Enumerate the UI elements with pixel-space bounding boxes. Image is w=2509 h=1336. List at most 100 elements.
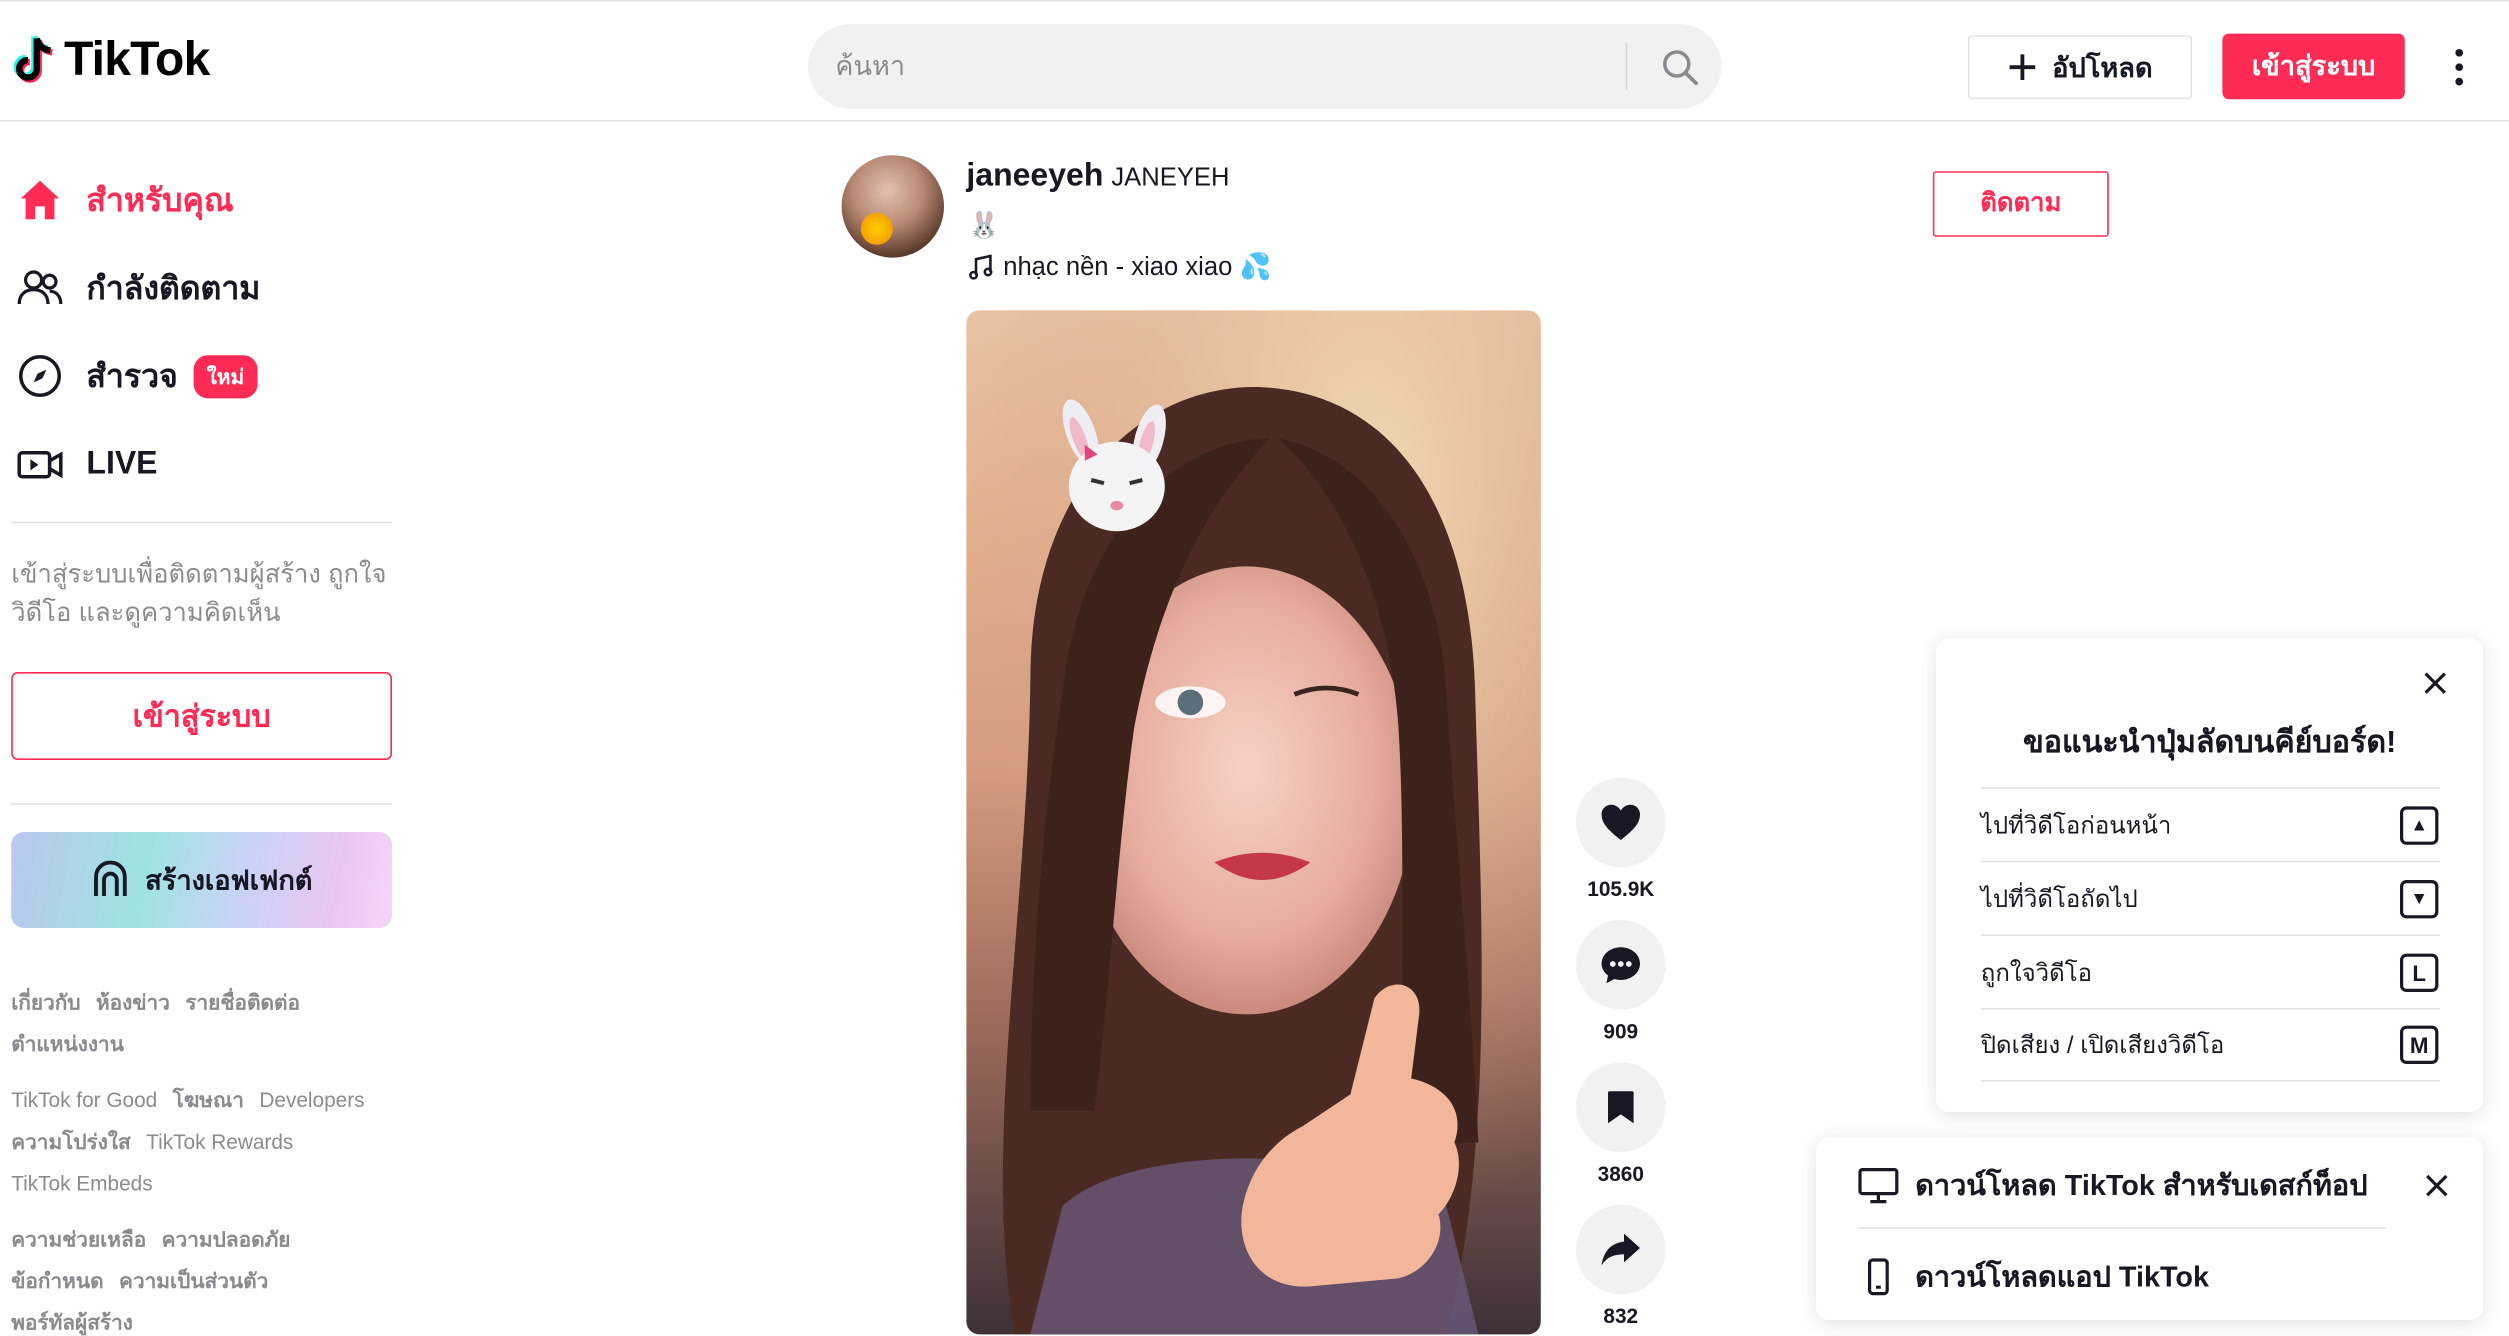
footer-link[interactable]: TikTok for Good [11, 1088, 157, 1112]
more-menu-button[interactable] [2438, 43, 2480, 91]
shortcut-row: ไปที่วิดีโอก่อนหน้า ▲ [1980, 787, 2440, 861]
footer-link[interactable]: โฆษณา [173, 1088, 244, 1112]
sidebar-item-explore[interactable]: สำรวจ ใหม่ [16, 344, 258, 408]
sidebar-item-for-you[interactable]: สำหรับคุณ [16, 168, 234, 232]
bookmark-icon [1608, 1091, 1634, 1124]
footer-link[interactable]: ความปลอดภัย [162, 1227, 291, 1251]
sidebar-item-live[interactable]: LIVE [16, 432, 158, 496]
comment-button[interactable] [1576, 920, 1666, 1010]
shortcut-row: ไปที่วิดีโอถัดไป ▼ [1980, 860, 2440, 935]
tiktok-note-icon [13, 35, 53, 83]
sidebar-login-button[interactable]: เข้าสู่ระบบ [11, 672, 392, 760]
key-down-icon: ▼ [2400, 879, 2439, 918]
sidebar-item-following[interactable]: กำลังติดตาม [16, 256, 260, 320]
footer-link[interactable]: พอร์ทัลผู้สร้าง [11, 1310, 133, 1334]
upload-button[interactable]: อัปโหลด [1968, 35, 2192, 100]
like-count: 105.9K [1587, 876, 1655, 901]
search-input[interactable] [808, 34, 1624, 99]
download-divider [1857, 1227, 2386, 1229]
footer-links-group-3: ความช่วยเหลือ ความปลอดภัย ข้อกำหนด ความเ… [11, 1219, 403, 1336]
author-avatar[interactable] [841, 155, 944, 258]
follow-button[interactable]: ติดตาม [1932, 171, 2109, 237]
heart-icon [1601, 804, 1640, 840]
login-hint-text: เข้าสู่ระบบเพื่อติดตามผู้สร้าง ถูกใจวิดี… [11, 561, 387, 628]
top-bar: TikTok อัปโหลด เข้าสู่ระบบ [0, 0, 2509, 122]
music-link[interactable]: nhạc nền - xiao xiao 💦 [968, 251, 1271, 283]
video-player[interactable] [966, 310, 1541, 1335]
download-app-label: ดาวน์โหลดแอป TikTok [1915, 1260, 2210, 1293]
author-info[interactable]: janeeyeh JANEYEH [966, 158, 1229, 195]
sidebar-item-label: สำหรับคุณ [86, 184, 234, 220]
live-camera-icon [16, 440, 64, 488]
author-nickname: JANEYEH [1111, 164, 1230, 192]
author-username: janeeyeh [966, 158, 1104, 194]
key-up-icon: ▲ [2400, 805, 2439, 844]
close-icon [2424, 672, 2446, 694]
keyboard-shortcuts-panel: ขอแนะนำปุ่มลัดบนคีย์บอร์ด! ไปที่วิดีโอก่… [1936, 638, 2484, 1112]
shortcut-row: ถูกใจวิดีโอ L [1980, 934, 2440, 1008]
following-users-icon [16, 264, 64, 312]
create-effect-button[interactable]: สร้างเอฟเฟกต์ [11, 832, 392, 928]
shortcut-label: ถูกใจวิดีโอ [1980, 959, 2093, 987]
home-icon [16, 176, 64, 224]
key-m-icon: M [2400, 1025, 2439, 1064]
music-title: nhạc nền - xiao xiao 💦 [1003, 254, 1272, 282]
footer-links-group-2: TikTok for Good โฆษณา Developers ความโปร… [11, 1080, 403, 1205]
like-action[interactable]: 105.9K [1576, 777, 1666, 901]
footer-link[interactable]: รายชื่อติดต่อ [185, 990, 300, 1014]
share-button[interactable] [1576, 1204, 1666, 1295]
video-frame [966, 310, 1541, 1335]
close-shortcuts-button[interactable] [2416, 664, 2454, 702]
bookmark-button[interactable] [1576, 1062, 1666, 1152]
more-vertical-icon [2455, 48, 2464, 86]
effect-house-icon [93, 860, 127, 896]
footer-link[interactable]: ข้อกำหนด [11, 1269, 103, 1293]
download-desktop-link[interactable]: ดาวน์โหลด TikTok สำหรับเดสก์ท็อป [1858, 1162, 2368, 1208]
download-app-link[interactable]: ดาวน์โหลดแอป TikTok [1858, 1253, 2209, 1299]
desktop-icon [1858, 1167, 1899, 1203]
footer-link[interactable]: TikTok Rewards [146, 1130, 293, 1154]
bookmark-action[interactable]: 3860 [1576, 1062, 1666, 1186]
compass-icon [16, 352, 64, 400]
tiktok-logo[interactable]: TikTok [13, 34, 210, 88]
key-l-icon: L [2400, 952, 2439, 992]
search-bar [808, 24, 1722, 109]
close-download-button[interactable] [2418, 1166, 2456, 1204]
footer-link[interactable]: ห้องข่าว [96, 990, 170, 1014]
footer-link[interactable]: ความโปร่งใส [11, 1130, 131, 1154]
avatar-flower [860, 212, 893, 245]
share-action[interactable]: 832 [1576, 1204, 1666, 1328]
search-divider [1625, 43, 1628, 90]
mobile-phone-icon [1867, 1257, 1889, 1295]
footer-link[interactable]: ตำแหน่งงาน [11, 1032, 124, 1056]
footer-links-group-1: เกี่ยวกับ ห้องข่าว รายชื่อติดต่อ ตำแหน่ง… [11, 982, 403, 1065]
share-icon [1601, 1233, 1640, 1266]
bookmark-count: 3860 [1597, 1161, 1644, 1186]
comment-icon [1601, 947, 1640, 984]
shortcut-label: ไปที่วิดีโอก่อนหน้า [1980, 812, 2172, 840]
comment-action[interactable]: 909 [1576, 920, 1666, 1043]
sidebar-divider [11, 521, 392, 524]
footer-link[interactable]: TikTok Embeds [11, 1171, 152, 1195]
sidebar-divider [11, 803, 392, 805]
video-caption: 🐰 [968, 212, 1000, 240]
plus-icon [2008, 54, 2035, 80]
shortcut-label: ปิดเสียง / เปิดเสียงวิดีโอ [1980, 1032, 2225, 1060]
header-login-button[interactable]: เข้าสู่ระบบ [2222, 33, 2405, 100]
sidebar-item-label: กำลังติดตาม [86, 272, 261, 308]
footer-link[interactable]: ความเป็นส่วนตัว [119, 1269, 268, 1293]
shortcut-label: ไปที่วิดีโอถัดไป [1980, 885, 2138, 913]
sidebar-item-label: สำรวจ [86, 360, 178, 396]
music-note-icon [969, 254, 993, 280]
footer-link[interactable]: ความช่วยเหลือ [11, 1227, 146, 1251]
download-desktop-label: ดาวน์โหลด TikTok สำหรับเดสก์ท็อป [1915, 1169, 2368, 1202]
sidebar: สำหรับคุณ กำลังติดตาม สำรวจ ใหม่ LIVE เข… [0, 122, 416, 1336]
download-panel: ดาวน์โหลด TikTok สำหรับเดสก์ท็อป ดาวน์โห… [1816, 1137, 2484, 1320]
logo-text: TikTok [64, 33, 210, 87]
search-button[interactable] [1640, 24, 1720, 109]
upload-label: อัปโหลด [2052, 52, 2153, 83]
footer-link[interactable]: Developers [259, 1088, 364, 1112]
create-effect-label: สร้างเอฟเฟกต์ [145, 864, 313, 896]
like-button[interactable] [1576, 777, 1666, 868]
footer-link[interactable]: เกี่ยวกับ [11, 990, 80, 1014]
